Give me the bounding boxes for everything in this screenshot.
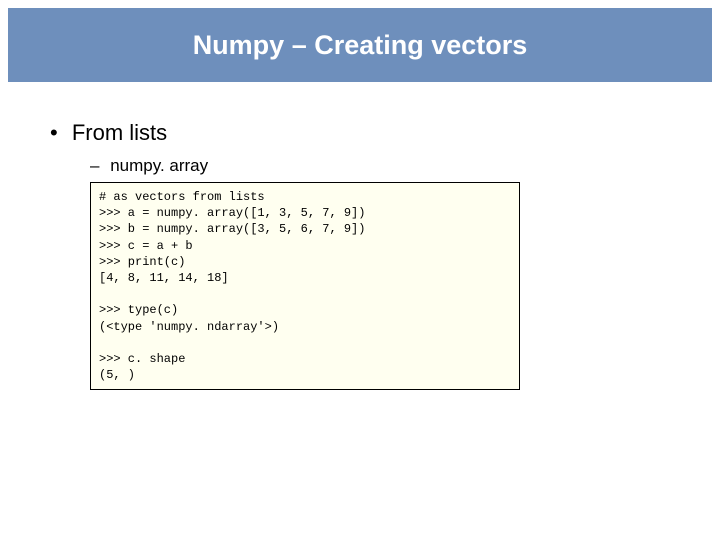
slide-content: From lists numpy. array # as vectors fro…: [50, 120, 670, 390]
code-block: # as vectors from lists >>> a = numpy. a…: [90, 182, 520, 390]
slide-title: Numpy – Creating vectors: [193, 30, 528, 61]
bullet-level-2: numpy. array: [90, 156, 670, 176]
title-bar: Numpy – Creating vectors: [8, 8, 712, 82]
bullet-main-text: From lists: [72, 120, 167, 145]
bullet-level-1: From lists: [50, 120, 670, 146]
bullet-sub-text: numpy. array: [110, 156, 208, 175]
